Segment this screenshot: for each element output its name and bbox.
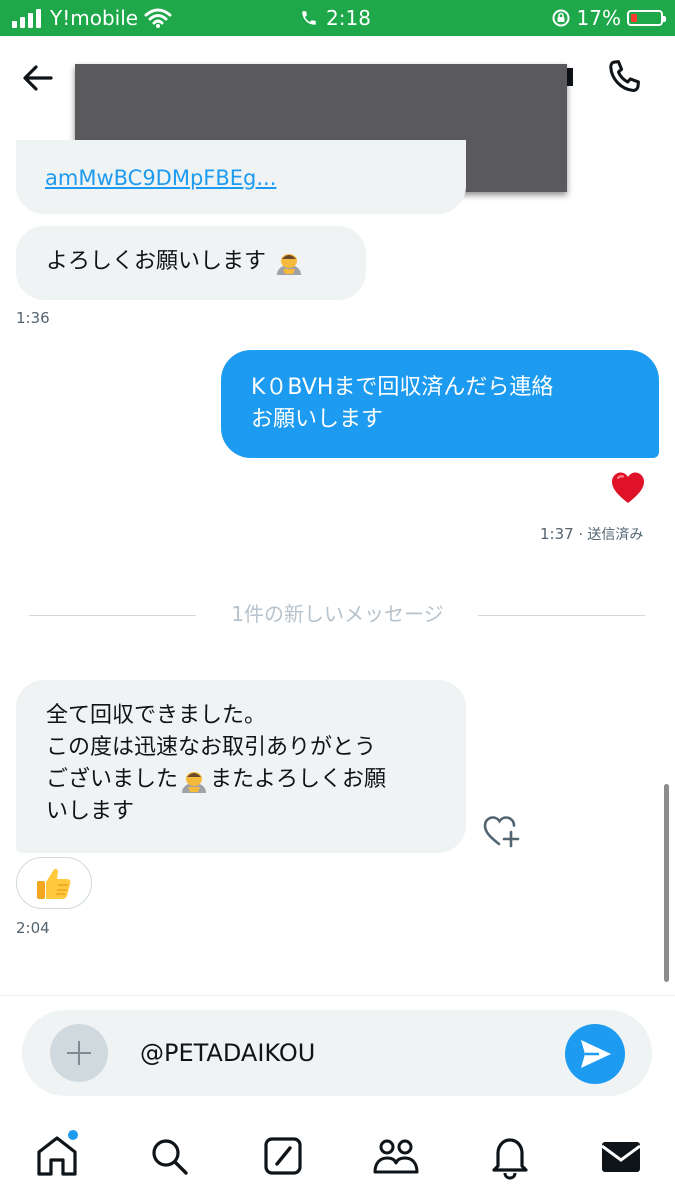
message-text-line: 全て回収できました。 <box>46 703 267 728</box>
rotation-lock-icon <box>552 9 570 27</box>
carrier-name: Y!mobile <box>50 6 139 30</box>
tab-search[interactable] <box>145 1132 193 1180</box>
message-text-span: ございました <box>46 767 179 792</box>
message-bubble-outgoing[interactable]: K０BVHまで回収済んだら連絡 お願いします <box>221 350 659 458</box>
call-button[interactable] <box>602 54 648 100</box>
message-bubble-incoming[interactable]: amMwBC9DMpFBEg... <box>16 140 466 214</box>
search-icon <box>152 1139 188 1175</box>
bottom-tab-bar <box>0 1110 675 1200</box>
battery-icon <box>627 10 666 26</box>
mail-icon <box>601 1142 641 1172</box>
compose-icon <box>264 1137 302 1175</box>
message-composer <box>22 1010 652 1096</box>
message-input[interactable] <box>140 1034 540 1072</box>
heart-reaction-icon[interactable] <box>610 470 646 506</box>
new-messages-divider: 1件の新しいメッセージ <box>231 602 444 626</box>
message-text-line: この度は迅速なお取引ありがとう <box>46 735 377 760</box>
message-bubble-incoming[interactable]: 全て回収できました。 この度は迅速なお取引ありがとう ございました またよろしく… <box>16 680 466 853</box>
clock: 2:18 <box>326 6 371 30</box>
status-bar: Y!mobile 2:18 17% <box>0 0 675 36</box>
call-active-icon <box>302 11 316 25</box>
wifi-icon <box>144 8 172 28</box>
message-timestamp: 2:04 <box>16 919 50 937</box>
message-bubble-incoming[interactable]: よろしくお願いします <box>16 226 366 300</box>
message-text-span: またよろしくお願 <box>210 767 387 792</box>
scrollbar[interactable] <box>664 784 669 982</box>
people-icon <box>373 1139 419 1174</box>
sent-status: · 送信済み <box>578 527 644 543</box>
tab-messages[interactable] <box>597 1132 645 1180</box>
bowing-person-emoji-icon <box>277 254 302 275</box>
bell-icon <box>492 1138 528 1180</box>
send-icon <box>581 1040 611 1068</box>
status-left: Y!mobile <box>12 6 172 30</box>
tab-communities[interactable] <box>372 1132 420 1180</box>
message-text-line: K０BVHまで回収済んだら連絡 <box>251 375 554 400</box>
tab-compose[interactable] <box>259 1132 307 1180</box>
status-center: 2:18 <box>300 6 371 30</box>
add-media-button[interactable] <box>50 1024 108 1082</box>
back-button[interactable] <box>18 58 58 98</box>
battery-percent: 17% <box>576 6 621 30</box>
message-timestamp: 1:37 · 送信済み <box>540 524 643 544</box>
phone-icon <box>609 60 640 92</box>
arrow-left-icon <box>23 65 53 91</box>
send-button[interactable] <box>565 1024 625 1084</box>
home-notification-dot <box>66 1128 80 1142</box>
message-link[interactable]: amMwBC9DMpFBEg... <box>45 166 276 190</box>
message-text-line: いします <box>46 799 135 824</box>
status-right: 17% <box>551 6 666 30</box>
add-reaction-icon[interactable] <box>482 812 524 850</box>
thumbs-up-emoji-icon <box>37 868 71 899</box>
message-text-line: ございました またよろしくお願 <box>46 764 466 796</box>
message-text-line: お願いします <box>251 407 384 432</box>
reaction-pill[interactable] <box>16 857 92 909</box>
message-time: 1:37 <box>540 525 574 543</box>
signal-icon <box>12 9 41 28</box>
tab-notifications[interactable] <box>486 1132 534 1180</box>
composer-divider <box>0 995 675 996</box>
divider-line-right <box>478 615 645 616</box>
bowing-person-emoji-icon <box>182 772 207 793</box>
message-timestamp: 1:36 <box>16 309 50 327</box>
message-text: よろしくお願いします <box>46 249 267 274</box>
